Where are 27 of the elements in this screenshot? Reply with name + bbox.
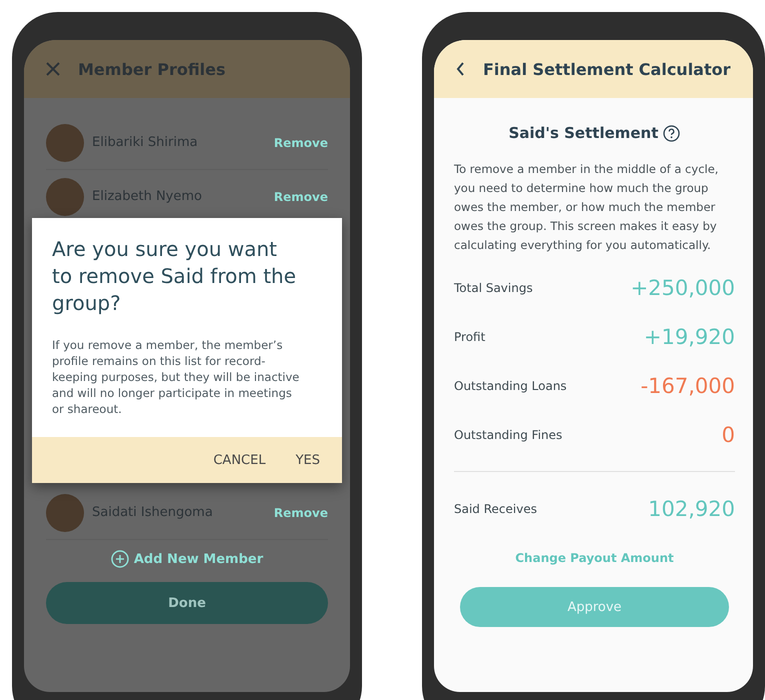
amount-label: Outstanding Loans xyxy=(454,378,567,392)
done-button[interactable]: Done xyxy=(46,582,328,624)
amount-label: Outstanding Fines xyxy=(454,428,562,442)
member-name: Elizabeth Nyemo xyxy=(92,189,203,204)
add-member-link[interactable]: Add New Member xyxy=(110,550,264,568)
dialog-message: If you remove a member, the member’s profile remains on this list for record-keeping purposes, but they will be inactive and will no longer participate in meetings or shareout. xyxy=(52,337,300,417)
change-payout-link[interactable]: Change Payout Amount xyxy=(515,551,674,565)
screen-title: Final Settlement Calculator xyxy=(483,60,731,78)
amount-label: Profit xyxy=(454,330,486,344)
screen-title: Member Profiles xyxy=(78,60,226,78)
remove-link[interactable]: Remove xyxy=(274,506,328,520)
member-name: Saidati Ishengoma xyxy=(92,505,214,520)
member-name: Elibariki Shirima xyxy=(92,135,199,150)
amount-value: -167,000 xyxy=(640,374,735,398)
amount-value: +19,920 xyxy=(644,324,735,348)
remove-link[interactable]: Remove xyxy=(274,136,328,150)
dialog-button[interactable]: YES xyxy=(284,444,332,476)
amount-label: Total Savings xyxy=(454,280,533,294)
dialog-button[interactable]: CANCEL xyxy=(201,444,278,476)
amount-value: +250,000 xyxy=(630,276,735,300)
remove-link[interactable]: Remove xyxy=(274,190,328,204)
total-label: Said Receives xyxy=(454,502,537,516)
dialog-title: Are you sure you want to remove Said from the group? xyxy=(52,236,298,317)
amount-value: 0 xyxy=(722,422,735,446)
settlement-heading: Said's Settlement xyxy=(508,124,658,142)
total-value: 102,920 xyxy=(648,496,735,520)
description-text: To remove a member in the middle of a cycle, you need to determine how much the group owes the member, or how much the member owes the group. This screen makes it easy by calculating everything for you automatically. xyxy=(454,161,720,254)
